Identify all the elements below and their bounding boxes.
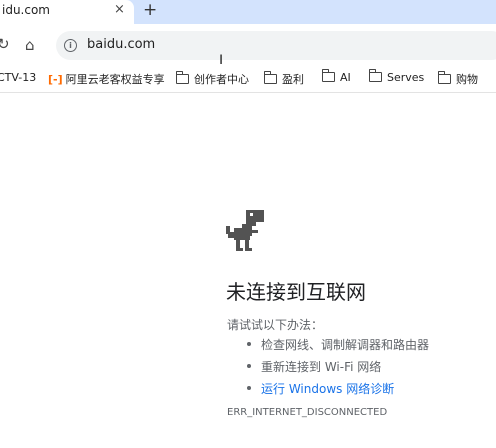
suggestion-check-cables: 检查网线、调制解调器和路由器: [261, 338, 430, 352]
suggestion-reconnect-wifi: 重新连接到 Wi-Fi 网络: [261, 360, 382, 374]
reload-icon[interactable]: ↻: [0, 35, 10, 53]
run-network-diagnostics-link[interactable]: 运行 Windows 网络诊断: [261, 380, 394, 397]
error-code: ERR_INTERNET_DISCONNECTED: [227, 407, 388, 418]
bookmark-serves[interactable]: Serves: [369, 69, 425, 84]
active-tab[interactable]: idu.com ×: [0, 0, 134, 24]
bookmark-label: 盈利: [282, 73, 304, 86]
info-icon[interactable]: i: [64, 39, 77, 52]
bookmark-ai[interactable]: AI: [322, 69, 351, 84]
bookmark-shopping[interactable]: 购物: [438, 71, 478, 87]
error-title: 未连接到互联网: [226, 280, 366, 304]
try-suggestions-label: 请试试以下办法：: [227, 318, 324, 332]
new-tab-button[interactable]: +: [143, 0, 157, 20]
bookmark-label: 创作者中心: [194, 73, 249, 86]
url-text[interactable]: baidu.com: [87, 37, 155, 52]
bookmark-label: Serves: [387, 71, 425, 84]
folder-icon: [322, 69, 335, 82]
aliyun-icon: [-]: [48, 73, 63, 86]
folder-icon: [438, 71, 451, 84]
bookmark-label: 阿里云老客权益专享: [65, 73, 165, 86]
bullet-dot: [247, 364, 251, 368]
bookmark-label: 购物: [456, 73, 478, 86]
home-icon[interactable]: ⌂: [25, 36, 35, 54]
bullet-dot: [247, 342, 251, 346]
bookmark-ctv13[interactable]: CTV-13: [0, 71, 36, 84]
bookmark-creator-center[interactable]: 创作者中心: [176, 71, 249, 87]
tab-strip: idu.com × +: [0, 0, 496, 24]
folder-icon: [369, 69, 382, 82]
bookmark-profit[interactable]: 盈利: [264, 71, 304, 87]
folder-icon: [264, 71, 277, 84]
address-bar[interactable]: i baidu.com: [56, 31, 496, 60]
bookmark-label: AI: [340, 71, 351, 84]
bullet-dot: [247, 386, 251, 390]
dino-icon: [226, 210, 264, 251]
bookmark-label: CTV-13: [0, 71, 37, 84]
toolbar: ↻ ⌂ i baidu.com I: [0, 24, 496, 69]
bookmarks-bar: CTV-13 [-] 阿里云老客权益专享 创作者中心 盈利 AI Serves 购…: [0, 64, 496, 93]
close-icon[interactable]: ×: [114, 2, 125, 17]
folder-icon: [176, 71, 189, 84]
tab-title: idu.com: [2, 3, 50, 17]
bookmark-aliyun[interactable]: [-] 阿里云老客权益专享: [48, 71, 165, 87]
